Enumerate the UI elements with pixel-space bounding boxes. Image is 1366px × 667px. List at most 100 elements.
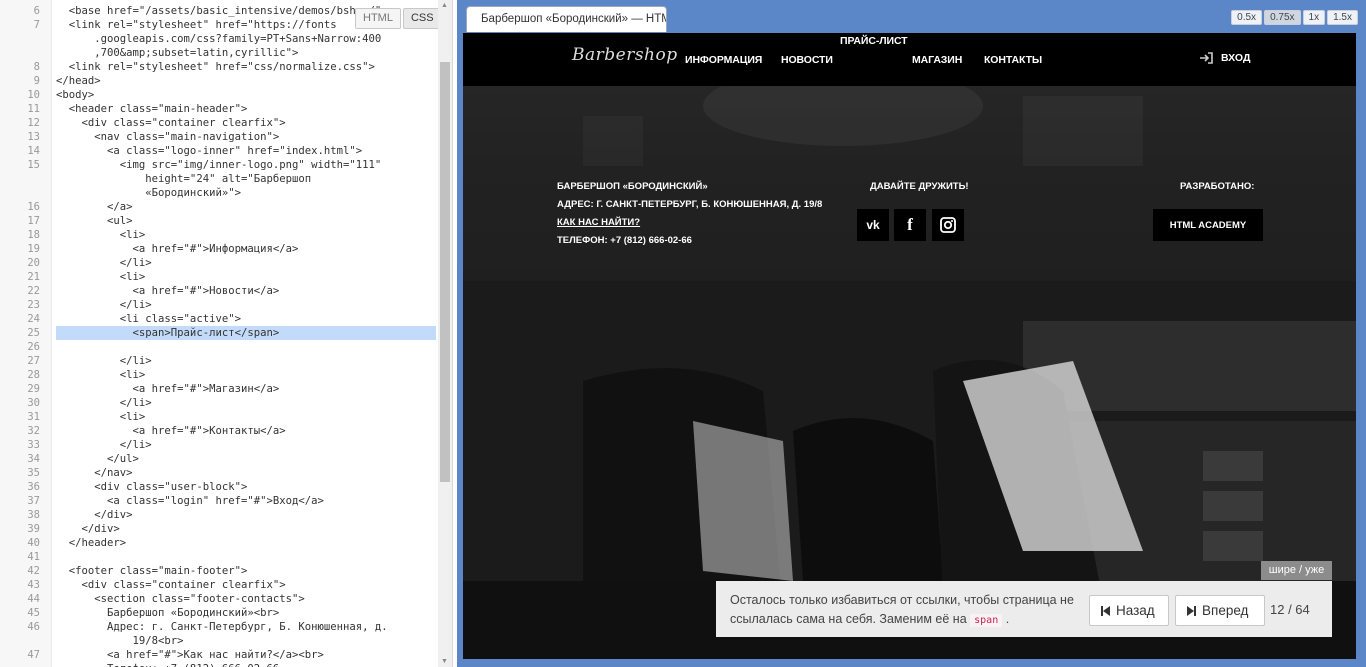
line-code: <a href="#">Контакты</a> (56, 425, 286, 437)
line-code: <div class="container clearfix"> (56, 579, 286, 591)
code-line[interactable]: 30 </li> (0, 396, 438, 410)
code-line[interactable]: 41 (0, 550, 438, 564)
facebook-icon[interactable]: f (894, 209, 926, 241)
code-line[interactable]: 12 <div class="container clearfix"> (0, 116, 438, 130)
width-toggle[interactable]: шире / уже (1261, 561, 1332, 580)
line-number: 7 (33, 19, 40, 31)
line-number: 10 (27, 89, 40, 101)
code-line[interactable]: 15 <img src="img/inner-logo.png" width="… (0, 158, 438, 172)
code-line[interactable]: 32 <a href="#">Контакты</a> (0, 424, 438, 438)
code-line[interactable]: height="24" alt="Барбершоп (0, 172, 438, 186)
code-line[interactable]: 46 Адрес: г. Санкт-Петербург, Б. Конюшен… (0, 620, 438, 634)
line-code: Барбершоп «Бородинский»<br> (56, 607, 280, 619)
code-line[interactable]: 35 </nav> (0, 466, 438, 480)
tab-html[interactable]: HTML (355, 8, 401, 29)
login-label: ВХОД (1221, 52, 1251, 64)
code-line[interactable]: 14 <a class="logo-inner" href="index.htm… (0, 144, 438, 158)
instruction-bar: Осталось только избавиться от ссылки, чт… (716, 581, 1332, 637)
line-code: </li> (56, 397, 152, 409)
code-line[interactable]: 42 <footer class="main-footer"> (0, 564, 438, 578)
line-number: 39 (27, 523, 40, 535)
nav-info[interactable]: ИНФОРМАЦИЯ (685, 54, 762, 66)
nav-news[interactable]: НОВОСТИ (781, 54, 833, 66)
zoom-1x-button[interactable]: 1x (1302, 10, 1326, 25)
code-line[interactable]: 43 <div class="container clearfix"> (0, 578, 438, 592)
code-line[interactable]: 33 </li> (0, 438, 438, 452)
line-number: 9 (33, 75, 40, 87)
code-line[interactable]: 47 <a href="#">Как нас найти?</a><br> (0, 648, 438, 662)
line-code: <section class="footer-contacts"> (56, 593, 305, 605)
code-line[interactable]: ,700&amp;subset=latin,cyrillic"> (0, 46, 438, 60)
code-line[interactable]: 28 <li> (0, 368, 438, 382)
code-line[interactable]: 26 (0, 340, 438, 354)
line-number: 35 (27, 467, 40, 479)
code-line[interactable]: 38 </div> (0, 508, 438, 522)
instruction-period: . (1005, 612, 1010, 626)
code-line[interactable]: 19 <a href="#">Информация</a> (0, 242, 438, 256)
zoom-0-75x-button[interactable]: 0.75x (1264, 10, 1301, 25)
line-code: </li> (56, 355, 152, 367)
code-line[interactable]: 34 </ul> (0, 452, 438, 466)
zoom-0-5x-button[interactable]: 0.5x (1231, 10, 1263, 25)
line-code: </header> (56, 537, 127, 549)
code-line[interactable]: 45 Барбершоп «Бородинский»<br> (0, 606, 438, 620)
nav-contacts[interactable]: КОНТАКТЫ (984, 54, 1042, 66)
line-number: 30 (27, 397, 40, 409)
code-line[interactable]: 11 <header class="main-header"> (0, 102, 438, 116)
code-line[interactable]: 37 <a class="login" href="#">Вход</a> (0, 494, 438, 508)
site-logo[interactable]: Barbershop (572, 45, 678, 65)
code-line[interactable]: 9 </head> (0, 74, 438, 88)
code-line[interactable]: 21 <li> (0, 270, 438, 284)
vk-icon[interactable]: vk (857, 209, 889, 241)
code-line[interactable]: 13 <nav class="main-navigation"> (0, 130, 438, 144)
code-line[interactable]: 31 <li> (0, 410, 438, 424)
code-area[interactable]: 6 <base href="/assets/basic_intensive/de… (0, 4, 438, 667)
code-line[interactable]: 36 <div class="user-block"> (0, 480, 438, 494)
footer-address: АДРЕС: Г. САНКТ-ПЕТЕРБУРГ, Б. КОНЮШЕННАЯ… (557, 199, 823, 210)
html-academy-button[interactable]: HTML ACADEMY (1153, 209, 1263, 241)
code-line[interactable]: 24 <li class="active"> (0, 312, 438, 326)
developer-title: РАЗРАБОТАНО: (1180, 181, 1255, 192)
scroll-down-icon[interactable]: ▼ (441, 658, 448, 665)
scroll-up-icon[interactable]: ▲ (441, 2, 448, 9)
code-line[interactable]: 19/8<br> (0, 634, 438, 648)
code-line[interactable]: Телефон: +7 (812) 666-02-66 (0, 662, 438, 667)
code-line[interactable]: .googleapis.com/css?family=PT+Sans+Narro… (0, 32, 438, 46)
code-line[interactable]: 25 <span>Прайс-лист</span> (0, 326, 438, 340)
code-line[interactable]: 44 <section class="footer-contacts"> (0, 592, 438, 606)
nav-shop[interactable]: МАГАЗИН (912, 54, 962, 66)
line-number: 31 (27, 411, 40, 423)
editor-scrollbar[interactable]: ▲ ▼ (438, 0, 452, 667)
scrollbar-thumb[interactable] (440, 62, 450, 482)
code-line[interactable]: 29 <a href="#">Магазин</a> (0, 382, 438, 396)
code-line[interactable]: 39 </div> (0, 522, 438, 536)
instagram-icon[interactable] (932, 209, 964, 241)
line-code: </div> (56, 509, 133, 521)
back-button[interactable]: Назад (1089, 595, 1169, 626)
zoom-1-5x-button[interactable]: 1.5x (1327, 10, 1358, 25)
code-line[interactable]: 17 <ul> (0, 214, 438, 228)
line-number: 44 (27, 593, 40, 605)
code-line[interactable]: «Бородинский»"> (0, 186, 438, 200)
tab-css[interactable]: CSS (402, 8, 442, 29)
code-line[interactable]: 23 </li> (0, 298, 438, 312)
instruction-code: span (970, 614, 1003, 627)
code-line[interactable]: 10 <body> (0, 88, 438, 102)
code-editor[interactable]: 6 <base href="/assets/basic_intensive/de… (0, 0, 453, 667)
footer-find-us-link[interactable]: КАК НАС НАЙТИ? (557, 217, 640, 228)
code-line[interactable]: 27 </li> (0, 354, 438, 368)
code-line[interactable]: 20 </li> (0, 256, 438, 270)
code-line[interactable]: 22 <a href="#">Новости</a> (0, 284, 438, 298)
forward-button[interactable]: Вперед (1175, 595, 1265, 626)
code-line[interactable]: 16 </a> (0, 200, 438, 214)
line-number: 19 (27, 243, 40, 255)
code-line[interactable]: 18 <li> (0, 228, 438, 242)
code-line[interactable]: 40 </header> (0, 536, 438, 550)
login-link[interactable]: ВХОД (1199, 52, 1250, 64)
code-line[interactable]: 8 <link rel="stylesheet" href="css/norma… (0, 60, 438, 74)
preview-tab[interactable]: Барбершоп «Бородинский» — HTML (466, 6, 667, 32)
line-number: 13 (27, 131, 40, 143)
line-code: </a> (56, 201, 133, 213)
line-number: 34 (27, 453, 40, 465)
line-code: <img src="img/inner-logo.png" width="111… (56, 159, 382, 171)
